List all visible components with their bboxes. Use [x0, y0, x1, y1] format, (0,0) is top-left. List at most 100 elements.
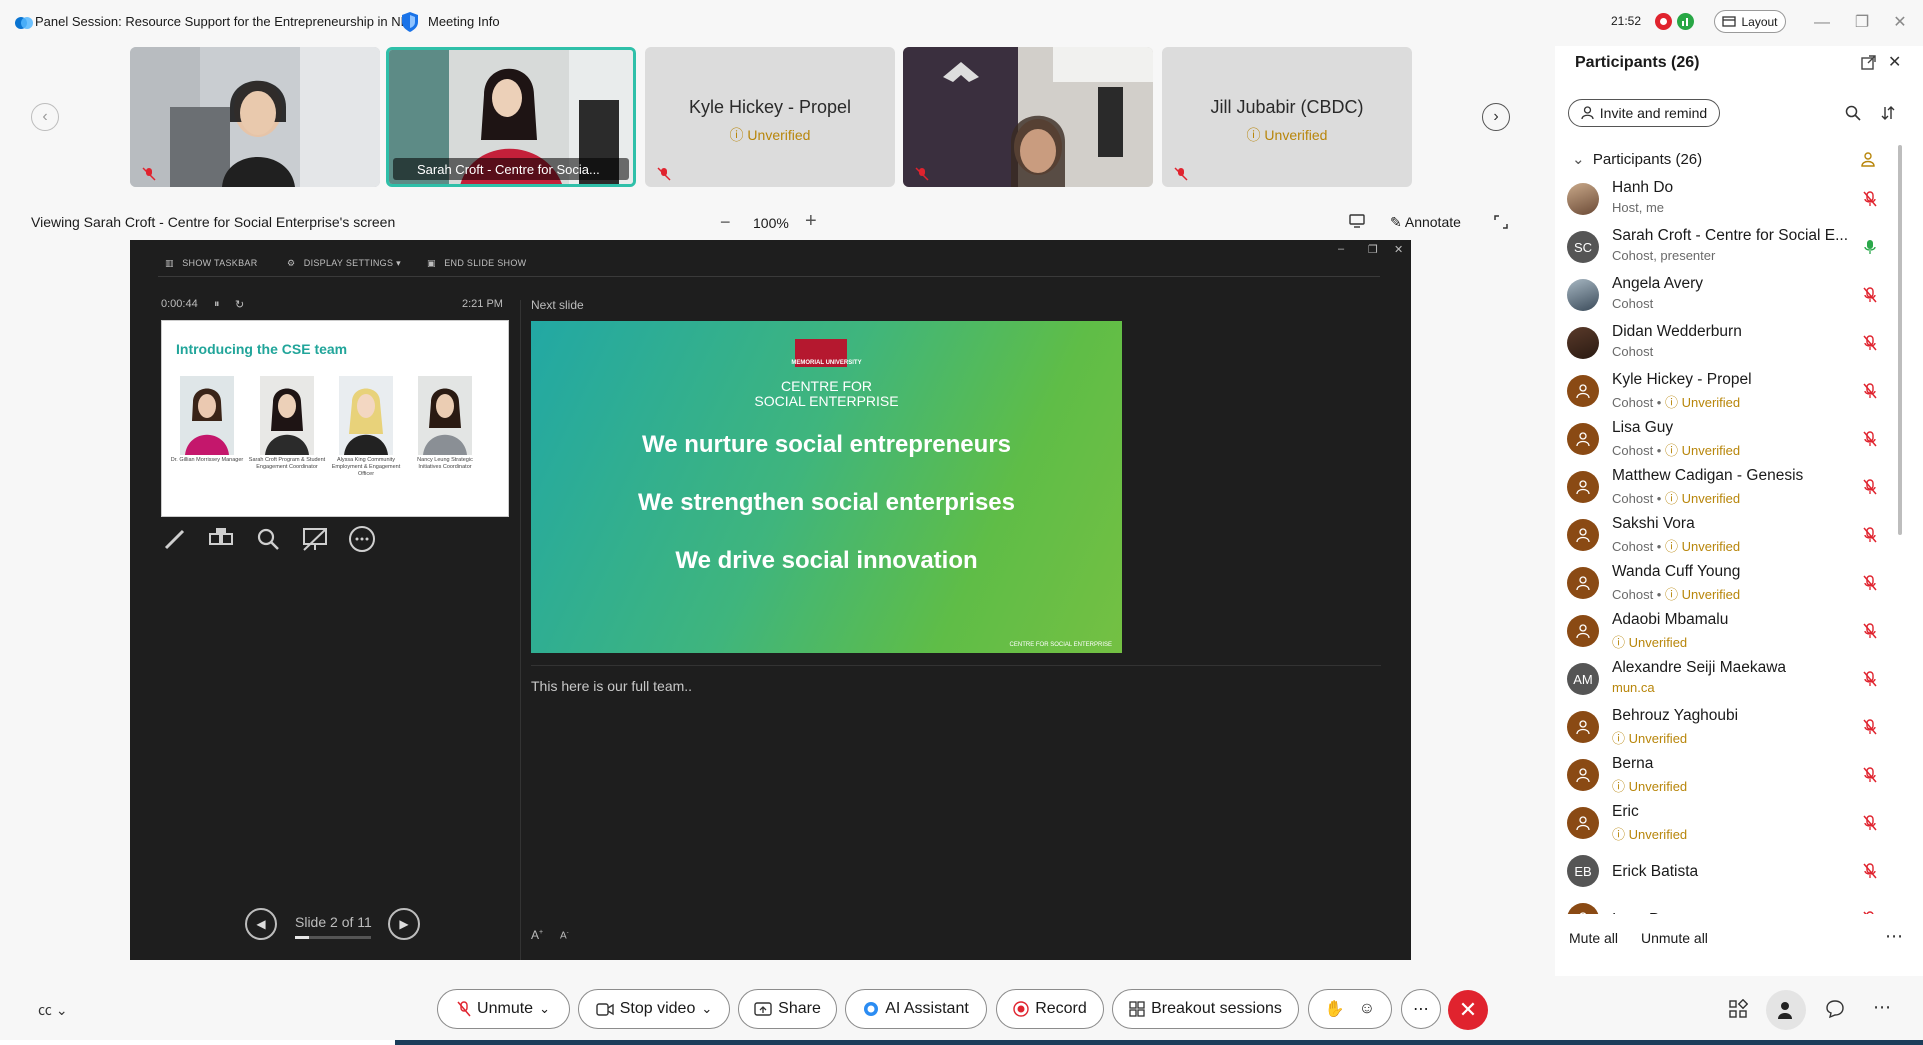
layout-button[interactable]: Layout	[1714, 10, 1786, 33]
unmute-button[interactable]: Unmute ⌄	[437, 989, 570, 1029]
ellipsis-icon: ⋯	[1413, 1001, 1429, 1018]
minimize-icon[interactable]: —	[1809, 10, 1835, 36]
muted-mic-icon[interactable]	[1863, 431, 1877, 447]
muted-mic-icon[interactable]	[1863, 911, 1877, 914]
shield-icon[interactable]	[400, 11, 420, 33]
placeholder-thumbnail-kyle[interactable]: Kyle Hickey - Propel ⓘ Unverified	[645, 47, 895, 187]
meeting-info-link[interactable]: Meeting Info	[428, 14, 500, 29]
participant-row[interactable]: Wanda Cuff Young Cohost • ⓘ Unverified	[1567, 561, 1897, 609]
restart-timer-icon[interactable]: ↻	[235, 298, 244, 311]
zoom-out-icon[interactable]: −	[720, 212, 731, 233]
end-slide-show-button[interactable]: ▣ END SLIDE SHOW	[427, 258, 526, 269]
muted-mic-icon[interactable]	[1863, 671, 1877, 687]
participant-row[interactable]: Iqwe Peace	[1567, 897, 1897, 914]
muted-mic-icon[interactable]	[1863, 191, 1877, 207]
active-mic-icon[interactable]	[1863, 239, 1877, 255]
muted-mic-icon[interactable]	[1863, 767, 1877, 783]
shared-screen[interactable]: ▥ SHOW TASKBAR ⚙ DISPLAY SETTINGS ▾ ▣ EN…	[130, 240, 1411, 960]
participant-row[interactable]: EB Erick Batista	[1567, 849, 1897, 897]
participant-row[interactable]: Hanh Do Host, me	[1567, 177, 1897, 225]
reactions-group[interactable]: ✋ ☺	[1308, 989, 1392, 1029]
zoom-slide-icon[interactable]	[254, 525, 282, 553]
pause-icon[interactable]: ⏸	[214, 298, 220, 311]
panel-scrollbar[interactable]	[1898, 145, 1902, 535]
zoom-in-icon[interactable]: +	[805, 210, 817, 233]
record-button[interactable]: Record	[996, 989, 1104, 1029]
chat-icon[interactable]	[1825, 999, 1845, 1019]
participant-row[interactable]: Eric ⓘ Unverified	[1567, 801, 1897, 849]
unmute-all-button[interactable]: Unmute all	[1641, 930, 1708, 946]
fullscreen-icon[interactable]	[1494, 215, 1508, 229]
recording-indicator-icon[interactable]	[1655, 13, 1672, 30]
see-all-slides-icon[interactable]	[207, 525, 235, 553]
prev-thumbnails-icon[interactable]: ‹	[31, 103, 59, 131]
show-taskbar-button[interactable]: ▥ SHOW TASKBAR	[165, 258, 258, 269]
muted-mic-icon[interactable]	[1863, 575, 1877, 591]
annotate-button[interactable]: ✎ Annotate	[1390, 214, 1461, 231]
mute-all-button[interactable]: Mute all	[1569, 930, 1618, 946]
captions-button[interactable]: ㏄ ⌄	[38, 1000, 68, 1020]
display-settings-button[interactable]: ⚙ DISPLAY SETTINGS ▾	[287, 258, 401, 269]
share-button[interactable]: Share	[738, 989, 837, 1029]
next-slide-button[interactable]: ▶	[388, 908, 420, 940]
pen-icon[interactable]	[161, 525, 189, 553]
breakout-sessions-button[interactable]: Breakout sessions	[1112, 989, 1299, 1029]
more-options-icon[interactable]	[348, 525, 376, 553]
leave-meeting-button[interactable]: ✕	[1448, 990, 1488, 1030]
more-options-button[interactable]: ⋯	[1401, 989, 1441, 1029]
participant-row[interactable]: Kyle Hickey - Propel Cohost • ⓘ Unverifie…	[1567, 369, 1897, 417]
raise-hand-icon[interactable]: ✋	[1325, 999, 1345, 1019]
video-thumbnail-presenter[interactable]: Sarah Croft - Centre for Socia...	[386, 47, 636, 187]
muted-mic-icon[interactable]	[1863, 815, 1877, 831]
muted-mic-icon[interactable]	[1863, 623, 1877, 639]
participant-name: Hanh Do	[1612, 179, 1674, 196]
share-view-icon[interactable]	[1349, 214, 1365, 228]
black-screen-icon[interactable]	[301, 525, 329, 553]
chevron-down-icon[interactable]: ⌄	[539, 1001, 550, 1017]
muted-mic-icon[interactable]	[1863, 335, 1877, 351]
muted-mic-icon[interactable]	[1863, 287, 1877, 303]
ppt-minimize-icon[interactable]: –	[1338, 243, 1344, 255]
participant-row[interactable]: SC Sarah Croft - Centre for Social E... Co…	[1567, 225, 1897, 273]
more-panels-icon[interactable]: ⋯	[1873, 997, 1891, 1018]
participants-toggle-button[interactable]	[1766, 990, 1806, 1030]
viewing-label: Viewing Sarah Croft - Centre for Social …	[31, 214, 396, 230]
participant-row[interactable]: Angela Avery Cohost	[1567, 273, 1897, 321]
video-thumbnail-1[interactable]	[130, 47, 380, 187]
network-health-icon[interactable]	[1677, 13, 1694, 30]
previous-slide-button[interactable]: ◀	[245, 908, 277, 940]
person-placeholder-icon	[1576, 432, 1590, 447]
muted-mic-icon[interactable]	[1863, 383, 1877, 399]
divider	[531, 665, 1381, 666]
participant-row[interactable]: Berna ⓘ Unverified	[1567, 753, 1897, 801]
increase-notes-font-icon[interactable]: A+	[531, 928, 543, 942]
participant-row[interactable]: Sakshi Vora Cohost • ⓘ Unverified	[1567, 513, 1897, 561]
chevron-down-icon[interactable]: ⌄	[701, 1001, 712, 1017]
participant-row[interactable]: Didan Wedderburn Cohost	[1567, 321, 1897, 369]
close-window-icon[interactable]: ✕	[1887, 10, 1913, 36]
restore-icon[interactable]: ❐	[1849, 10, 1875, 36]
muted-mic-icon[interactable]	[1863, 479, 1877, 495]
participant-row[interactable]: Lisa Guy Cohost • ⓘ Unverified	[1567, 417, 1897, 465]
panel-more-icon[interactable]: ⋯	[1885, 926, 1903, 947]
participant-row[interactable]: Behrouz Yaghoubi ⓘ Unverified	[1567, 705, 1897, 753]
ppt-close-icon[interactable]: ✕	[1394, 243, 1403, 256]
participant-role: Cohost, presenter	[1612, 248, 1716, 263]
next-thumbnails-icon[interactable]: ›	[1482, 103, 1510, 131]
ai-assistant-button[interactable]: AI Assistant	[845, 989, 987, 1029]
zoom-level[interactable]: 100%	[753, 215, 789, 231]
muted-mic-icon[interactable]	[1863, 863, 1877, 879]
apps-icon[interactable]	[1728, 999, 1748, 1019]
muted-mic-icon[interactable]	[1863, 719, 1877, 735]
video-thumbnail-4[interactable]	[903, 47, 1153, 187]
speaker-notes[interactable]: This here is our full team..	[531, 678, 692, 694]
stop-video-button[interactable]: Stop video ⌄	[578, 989, 730, 1029]
participant-row[interactable]: Adaobi Mbamalu ⓘ Unverified	[1567, 609, 1897, 657]
participant-row[interactable]: AM Alexandre Seiji Maekawa mun.ca	[1567, 657, 1897, 705]
reactions-icon[interactable]: ☺	[1359, 1000, 1375, 1018]
ppt-restore-icon[interactable]: ❐	[1368, 243, 1378, 256]
placeholder-thumbnail-jill[interactable]: Jill Jubabir (CBDC) ⓘ Unverified	[1162, 47, 1412, 187]
decrease-notes-font-icon[interactable]: A-	[560, 930, 569, 941]
muted-mic-icon[interactable]	[1863, 527, 1877, 543]
participant-row[interactable]: Matthew Cadigan - Genesis Cohost • ⓘ Unve…	[1567, 465, 1897, 513]
